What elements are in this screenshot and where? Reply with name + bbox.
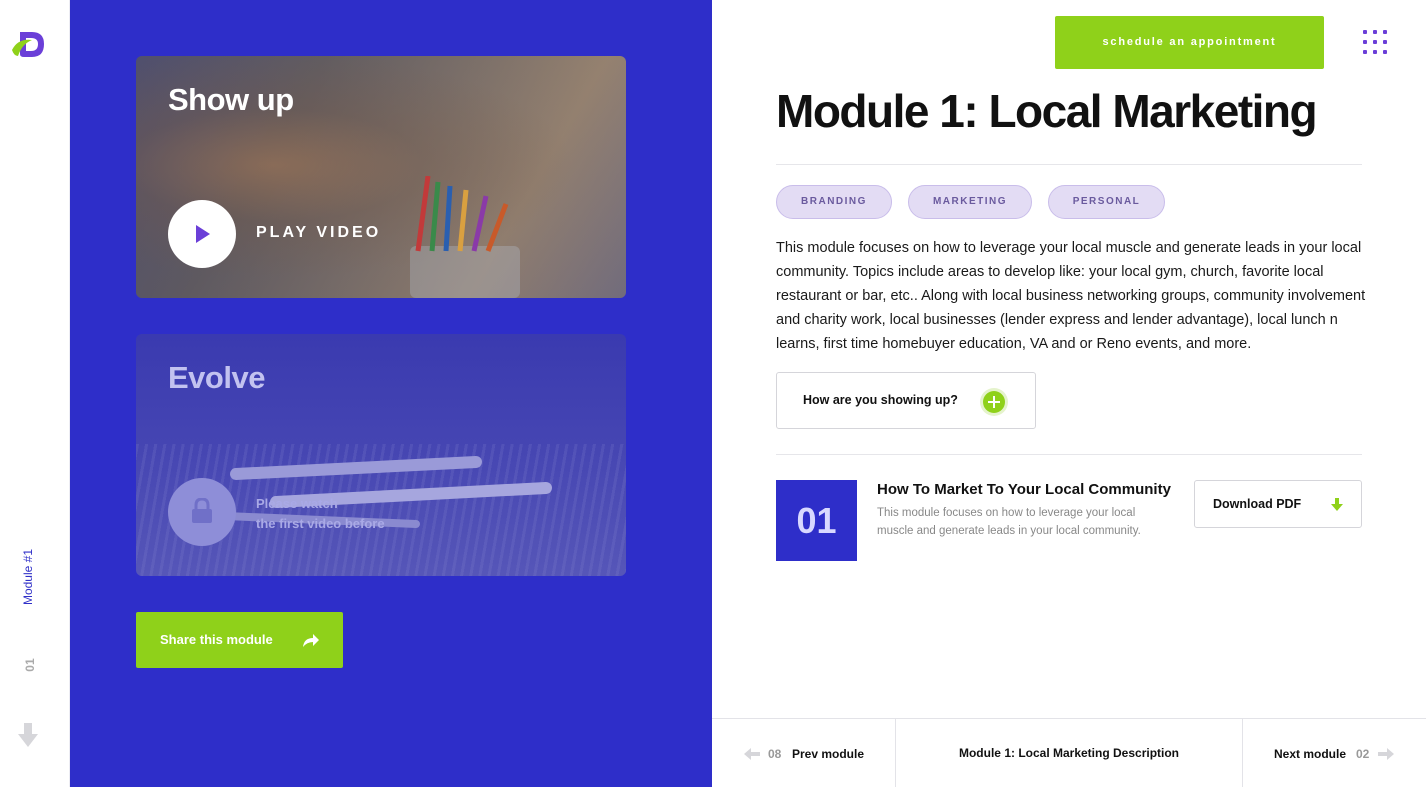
lesson-title: How To Market To Your Local Community [877,481,1171,498]
download-arrow-icon [1331,498,1343,511]
card-title-evolve: Evolve [168,360,265,395]
tag-branding[interactable]: BRANDING [776,185,892,219]
schedule-appointment-label: schedule an appointment [1102,36,1277,48]
locked-message-line2: the first video before [256,516,385,531]
video-panel: Show up PLAY VIDEO Evolve Please watch t… [70,0,712,787]
current-module-label: Module 1: Local Marketing Description [958,746,1180,760]
divider [776,164,1362,165]
module-description: This module focuses on how to leverage y… [776,240,1366,352]
lesson-description: This module focuses on how to leverage y… [877,507,1141,537]
prev-module-link[interactable]: 08 Prev module [712,719,896,787]
module-detail-panel: schedule an appointment Module 1: Local … [712,0,1426,787]
page-title: Module 1: Local Marketing [776,85,1318,137]
share-arrow-icon [303,634,319,647]
locked-message-line1: Please watch [256,496,338,511]
share-module-button[interactable]: Share this module [136,612,343,668]
tag-marketing[interactable]: MARKETING [908,185,1032,219]
card-title-show-up: Show up [168,82,294,117]
play-button[interactable] [168,200,236,268]
next-module-link[interactable]: Next module 02 [1243,719,1426,787]
locked-message: Please watch the first video before [256,494,385,534]
grid-menu-icon[interactable] [1363,30,1387,54]
lesson-number-badge: 01 [776,480,857,561]
video-card-evolve: Evolve Please watch the first video befo… [136,334,626,576]
module-vertical-number: 01 [10,652,50,682]
pencils-image [410,176,520,298]
next-module-label: Next module [1274,747,1347,761]
left-rail: Module #1 01 [0,0,70,787]
play-icon [196,225,210,243]
share-module-label: Share this module [160,632,273,647]
download-pdf-button[interactable]: Download PDF [1194,480,1362,528]
prev-module-label: Prev module [792,747,865,761]
tag-personal[interactable]: PERSONAL [1048,185,1165,219]
plus-icon [983,391,1005,413]
lock-icon [192,498,212,523]
module-number-text: 01 [23,658,37,672]
lesson-number: 01 [796,500,837,541]
schedule-appointment-button[interactable]: schedule an appointment [1055,16,1324,69]
arrow-down-icon[interactable] [17,722,39,748]
arrow-right-icon [1378,748,1394,760]
locked-video-indicator [168,478,236,546]
divider [776,454,1362,455]
module-label-text: Module #1 [21,548,35,606]
download-pdf-label: Download PDF [1213,497,1302,511]
accordion-showing-up[interactable]: How are you showing up? [776,372,1036,429]
current-module-description: Module 1: Local Marketing Description [896,719,1243,787]
module-navigation-footer: 08 Prev module Module 1: Local Marketing… [712,718,1426,787]
play-video-label[interactable]: PLAY VIDEO [256,224,381,242]
next-module-number: 02 [1356,747,1370,761]
arrow-left-icon [744,748,760,760]
accordion-label: How are you showing up? [803,393,958,407]
module-vertical-label: Module #1 [10,540,50,620]
video-card-show-up[interactable]: Show up PLAY VIDEO [136,56,626,298]
prev-module-number: 08 [768,747,782,761]
brand-logo-icon[interactable] [10,28,48,60]
